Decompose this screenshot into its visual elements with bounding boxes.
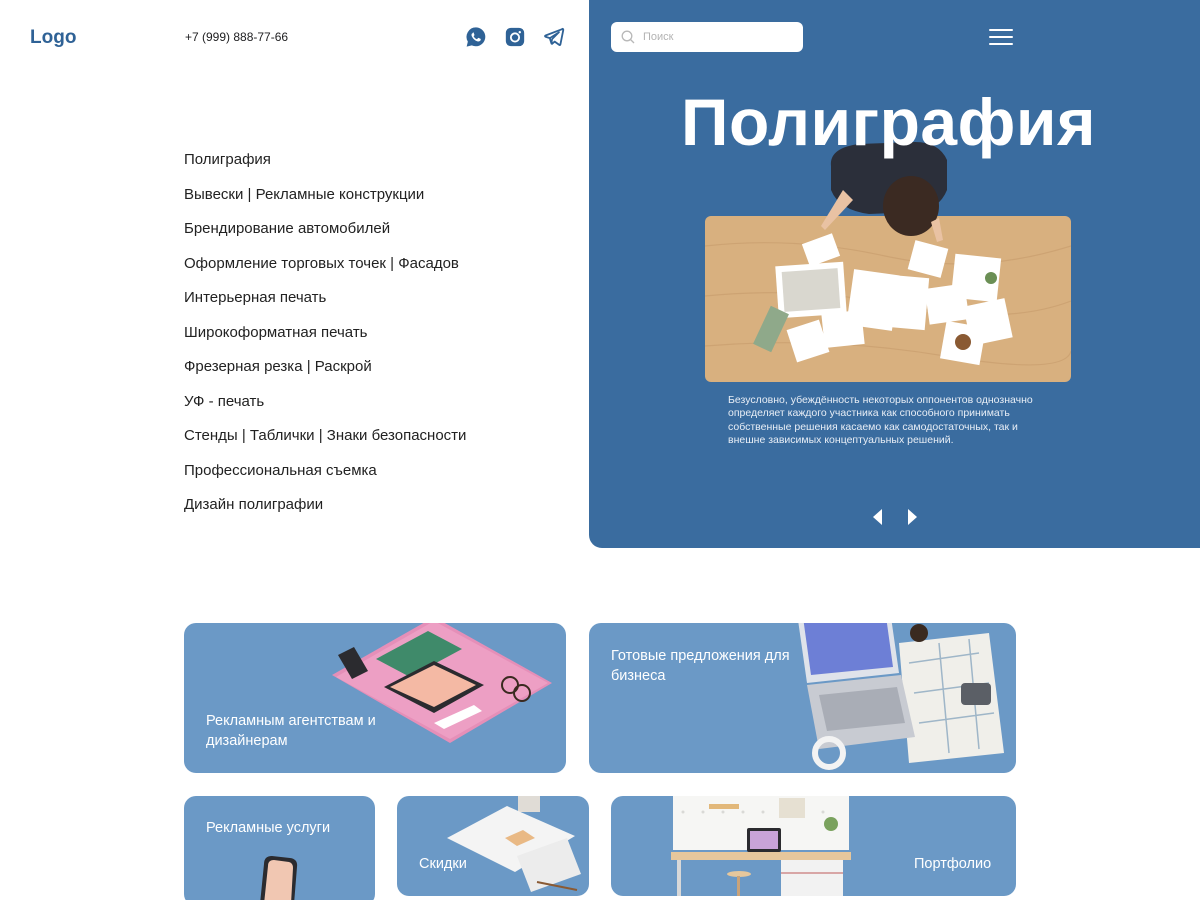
card-services-phone-image (260, 856, 298, 900)
social-links (465, 26, 565, 48)
card-services-label: Рекламные услуги (206, 820, 331, 836)
next-arrow-icon[interactable] (905, 508, 919, 526)
services-menu: Полиграфия Вывески | Рекламные конструкц… (184, 150, 466, 530)
menu-item-interior-print[interactable]: Интерьерная печать (184, 288, 466, 323)
phone-number[interactable]: +7 (999) 888-77-66 (185, 30, 288, 44)
menu-item-uv-print[interactable]: УФ - печать (184, 392, 466, 427)
search-box[interactable] (611, 22, 803, 52)
hero-title: Полиграфия (681, 85, 1096, 159)
card-discounts[interactable]: Скидки (397, 796, 589, 896)
hero-banner: Полиграфия Безусловно, убеждённость неко… (589, 0, 1200, 548)
card-discounts-label: Скидки (419, 856, 467, 872)
card-portfolio-label: Портфолио (914, 856, 992, 872)
menu-item-storefronts[interactable]: Оформление торговых точек | Фасадов (184, 254, 466, 289)
instagram-icon[interactable] (504, 26, 526, 48)
menu-item-poligrafiya[interactable]: Полиграфия (184, 150, 466, 185)
menu-item-car-branding[interactable]: Брендирование автомобилей (184, 219, 466, 254)
card-business-label: Готовые предложения для бизнеса (611, 648, 790, 684)
whatsapp-icon[interactable] (465, 26, 487, 48)
menu-item-signs[interactable]: Вывески | Рекламные конструкции (184, 185, 466, 220)
search-input[interactable] (643, 31, 793, 43)
card-business[interactable]: Готовые предложения для бизнеса (589, 623, 1016, 773)
card-agencies[interactable]: Рекламным агентствам и дизайнерам (184, 623, 566, 773)
menu-item-milling[interactable]: Фрезерная резка | Раскрой (184, 357, 466, 392)
telegram-icon[interactable] (543, 26, 565, 48)
prev-arrow-icon[interactable] (871, 508, 885, 526)
search-icon (621, 30, 635, 44)
card-services[interactable]: Рекламные услуги (184, 796, 375, 900)
card-business-image (798, 623, 1004, 770)
menu-item-stands[interactable]: Стенды | Таблички | Знаки безопасности (184, 426, 466, 461)
card-agencies-label: Рекламным агентствам и дизайнерам (206, 713, 376, 749)
menu-item-design[interactable]: Дизайн полиграфии (184, 495, 466, 530)
menu-item-photo[interactable]: Профессиональная съемка (184, 461, 466, 496)
logo[interactable]: Logo (30, 27, 76, 49)
card-portfolio[interactable]: Портфолио (611, 796, 1016, 896)
hamburger-menu-icon[interactable] (989, 27, 1013, 47)
card-portfolio-image (671, 796, 851, 896)
hero-description: Безусловно, убеждённость некоторых оппон… (728, 394, 1033, 447)
menu-item-wide-format[interactable]: Широкоформатная печать (184, 323, 466, 358)
card-discounts-image (447, 796, 581, 892)
